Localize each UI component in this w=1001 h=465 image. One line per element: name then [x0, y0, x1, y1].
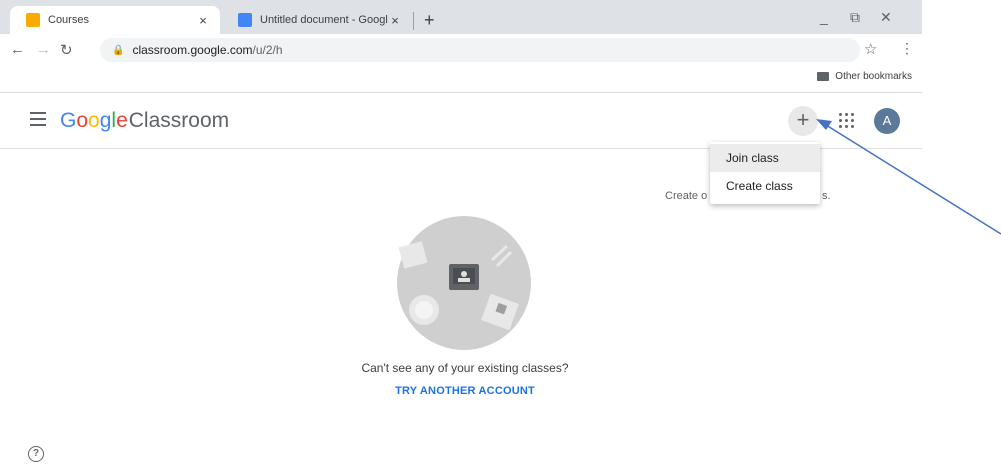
main-menu-icon[interactable]	[30, 112, 46, 130]
create-class-menu-item[interactable]: Create class	[710, 172, 820, 200]
forward-arrow-icon[interactable]: →	[36, 41, 51, 58]
url-path: /u/2/h	[252, 43, 283, 57]
create-hint-text: Create o	[665, 190, 708, 202]
logo-letter: e	[116, 109, 128, 132]
classroom-favicon-icon	[26, 13, 40, 27]
browser-menu-icon[interactable]: ⋮	[900, 40, 914, 57]
empty-classroom-illustration	[397, 216, 531, 350]
new-tab-button[interactable]: +	[424, 8, 435, 32]
logo-letter: o	[88, 109, 100, 132]
tab-courses[interactable]: Courses ×	[10, 6, 220, 34]
browser-chrome: Courses × Untitled document - Google Doc…	[0, 0, 922, 94]
folder-icon	[817, 72, 830, 81]
back-arrow-icon[interactable]: ←	[10, 41, 25, 58]
classroom-header: GoogleClassroom + A	[0, 95, 922, 149]
try-another-account-link[interactable]: TRY ANOTHER ACCOUNT	[0, 385, 930, 397]
tab-title: Courses	[48, 14, 89, 26]
close-tab-icon[interactable]: ×	[196, 13, 210, 28]
other-bookmarks-label: Other bookmarks	[835, 71, 912, 82]
lock-icon: 🔒	[112, 44, 125, 56]
minimize-icon[interactable]: _	[820, 9, 828, 25]
add-class-button[interactable]: +	[788, 106, 818, 136]
tab-strip: Courses × Untitled document - Google Doc…	[0, 0, 922, 34]
google-classroom-logo[interactable]: GoogleClassroom	[60, 109, 229, 133]
tab-title: Untitled document - Google Docs	[260, 14, 388, 26]
logo-letter: g	[99, 109, 112, 132]
tab-divider	[413, 12, 414, 30]
toolbar: ← → ↻ 🔒 classroom.google.com/u/2/h ☆ ⋮	[0, 34, 922, 66]
avatar[interactable]: A	[874, 108, 900, 134]
bookmark-star-icon[interactable]: ☆	[864, 40, 877, 58]
close-tab-icon[interactable]: ×	[388, 13, 402, 28]
close-window-icon[interactable]: ✕	[880, 9, 892, 26]
no-classes-message: Can't see any of your existing classes?	[361, 361, 569, 375]
help-circle-icon[interactable]: ?	[28, 446, 44, 462]
url-host: classroom.google.com	[132, 43, 253, 57]
google-apps-icon[interactable]	[839, 113, 854, 128]
bookmarks-bar: Other bookmarks	[0, 66, 922, 93]
reload-icon[interactable]: ↻	[60, 41, 73, 59]
other-bookmarks[interactable]: Other bookmarks	[817, 71, 912, 82]
add-class-menu: Join class Create class	[710, 142, 820, 204]
tab-google-docs[interactable]: Untitled document - Google Docs ×	[222, 6, 412, 34]
address-bar[interactable]: 🔒 classroom.google.com/u/2/h	[100, 38, 860, 62]
logo-letter: G	[60, 109, 77, 132]
logo-letter: o	[76, 109, 89, 132]
docs-favicon-icon	[238, 13, 252, 27]
restore-icon[interactable]: ⧉	[850, 9, 860, 26]
join-class-menu-item[interactable]: Join class	[710, 144, 820, 172]
create-hint-text-end: s.	[822, 190, 831, 202]
logo-product: Classroom	[128, 109, 230, 132]
